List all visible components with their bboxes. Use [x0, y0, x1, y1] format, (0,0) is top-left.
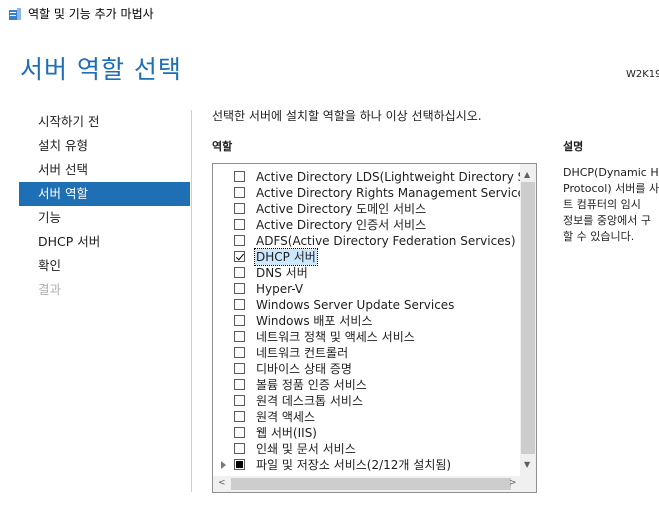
role-checkbox[interactable] [234, 379, 245, 390]
nav-item-dhcp-server[interactable]: DHCP 서버 [19, 230, 190, 254]
nav-item-confirmation[interactable]: 확인 [19, 254, 190, 278]
role-label: 네트워크 정책 및 액세스 서비스 [256, 330, 415, 344]
role-label: 인쇄 및 문서 서비스 [256, 442, 356, 456]
scroll-right-icon[interactable]: > [509, 478, 517, 488]
role-checkbox[interactable] [234, 331, 245, 342]
horizontal-scrollbar[interactable]: < > [213, 476, 536, 492]
nav-item-results: 결과 [38, 282, 62, 297]
role-label: Hyper-V [256, 282, 304, 296]
role-row[interactable]: Hyper-V [213, 281, 522, 297]
role-checkbox[interactable] [234, 443, 245, 454]
instruction-text: 선택한 서버에 설치할 역할을 하나 이상 선택하십시오. [212, 109, 482, 123]
role-label: DHCP 서버 [254, 248, 318, 266]
role-row[interactable]: Active Directory 도메인 서비스 [213, 201, 522, 217]
vertical-scroll-thumb[interactable] [521, 182, 535, 454]
window-title: 역할 및 기능 추가 마법사 [28, 7, 154, 21]
role-row[interactable]: 디바이스 상태 증명 [213, 361, 522, 377]
scroll-down-icon[interactable]: ▼ [524, 460, 530, 469]
role-row[interactable]: Active Directory LDS(Lightweight Directo… [213, 169, 536, 185]
description-heading: 설명 [563, 140, 584, 153]
role-row[interactable]: 네트워크 컨트롤러 [213, 345, 522, 361]
role-label: 원격 데스크톱 서비스 [256, 394, 363, 408]
role-checkbox[interactable] [234, 235, 245, 246]
role-label: 웹 서버(IIS) [256, 426, 317, 440]
nav-item-installation-type[interactable]: 설치 유형 [19, 134, 190, 158]
role-row[interactable]: 원격 데스크톱 서비스 [213, 393, 522, 409]
nav-item-before-you-begin[interactable]: 시작하기 전 [19, 110, 190, 134]
role-label: 원격 액세스 [256, 410, 316, 424]
role-checkbox[interactable] [234, 299, 245, 310]
role-row[interactable]: 인쇄 및 문서 서비스 [213, 441, 522, 457]
wizard-navigation: 시작하기 전 설치 유형 서버 선택 서버 역할 기능 DHCP 서버 확인 결… [19, 110, 190, 302]
role-row[interactable]: Windows Server Update Services [213, 297, 522, 313]
role-label: Active Directory Rights Management Servi… [256, 186, 532, 200]
roles-heading: 역할 [212, 140, 233, 153]
role-checkbox[interactable] [234, 171, 245, 182]
nav-item-server-roles[interactable]: 서버 역할 [19, 182, 190, 206]
expand-arrow-icon[interactable] [221, 461, 226, 469]
role-label: Active Directory 도메인 서비스 [256, 202, 427, 216]
role-checkbox[interactable] [234, 363, 245, 374]
role-checkbox[interactable] [234, 187, 245, 198]
role-label: Windows 배포 서비스 [256, 314, 373, 328]
vertical-scrollbar[interactable]: ▲ ▼ [520, 164, 536, 476]
role-label: Active Directory 인증서 서비스 [256, 218, 427, 232]
role-row[interactable]: Active Directory 인증서 서비스 [213, 217, 522, 233]
page-title: 서버 역할 선택 [20, 55, 182, 84]
role-label: Windows Server Update Services [256, 298, 455, 312]
role-checkbox[interactable] [234, 267, 245, 278]
role-row-file-storage[interactable]: 파일 및 저장소 서비스(2/12개 설치됨) [213, 457, 522, 473]
role-row[interactable]: Active Directory Rights Management Servi… [213, 185, 531, 201]
description-text: DHCP(Dynamic Ho Protocol) 서버를 사 트 컴퓨터의 임… [563, 166, 659, 243]
role-checkbox[interactable] [234, 411, 245, 422]
role-checkbox[interactable] [234, 315, 245, 326]
role-row[interactable]: 원격 액세스 [213, 409, 522, 425]
role-label: 파일 및 저장소 서비스(2/12개 설치됨) [256, 458, 452, 472]
nav-divider [191, 110, 192, 492]
role-label: 볼륨 정품 인증 서비스 [256, 378, 367, 392]
horizontal-scroll-thumb[interactable] [231, 478, 511, 490]
role-row[interactable]: 볼륨 정품 인증 서비스 [213, 377, 522, 393]
roles-tree-list[interactable]: Active Directory LDS(Lightweight Directo… [212, 163, 537, 493]
title-bar: 역할 및 기능 추가 마법사 [0, 0, 659, 28]
role-row-dhcp[interactable]: DHCP 서버 [213, 248, 522, 266]
role-label: Active Directory LDS(Lightweight Directo… [256, 170, 537, 184]
role-label: DNS 서버 [256, 266, 308, 280]
destination-server-label: W2K19- [626, 69, 659, 80]
role-row[interactable]: 네트워크 정책 및 액세스 서비스 [213, 329, 522, 345]
scroll-left-icon[interactable]: < [218, 478, 226, 488]
nav-item-server-selection[interactable]: 서버 선택 [19, 158, 190, 182]
role-checkbox[interactable] [234, 219, 245, 230]
scroll-up-icon[interactable]: ▲ [524, 170, 530, 179]
role-checkbox-partial[interactable] [234, 459, 245, 470]
role-row[interactable]: ADFS(Active Directory Federation Service… [213, 233, 522, 249]
role-checkbox[interactable] [234, 395, 245, 406]
nav-item-features[interactable]: 기능 [19, 206, 190, 230]
server-manager-icon [8, 6, 22, 20]
role-checkbox[interactable] [234, 203, 245, 214]
role-checkbox[interactable] [234, 283, 245, 294]
role-checkbox[interactable] [234, 347, 245, 358]
role-label: ADFS(Active Directory Federation Service… [256, 234, 516, 248]
role-checkbox-checked[interactable] [234, 251, 245, 262]
role-label: 디바이스 상태 증명 [256, 362, 352, 376]
role-row[interactable]: 웹 서버(IIS) [213, 425, 522, 441]
role-row[interactable]: Windows 배포 서비스 [213, 313, 522, 329]
role-label: 네트워크 컨트롤러 [256, 346, 349, 360]
role-row[interactable]: DNS 서버 [213, 265, 522, 281]
role-checkbox[interactable] [234, 427, 245, 438]
